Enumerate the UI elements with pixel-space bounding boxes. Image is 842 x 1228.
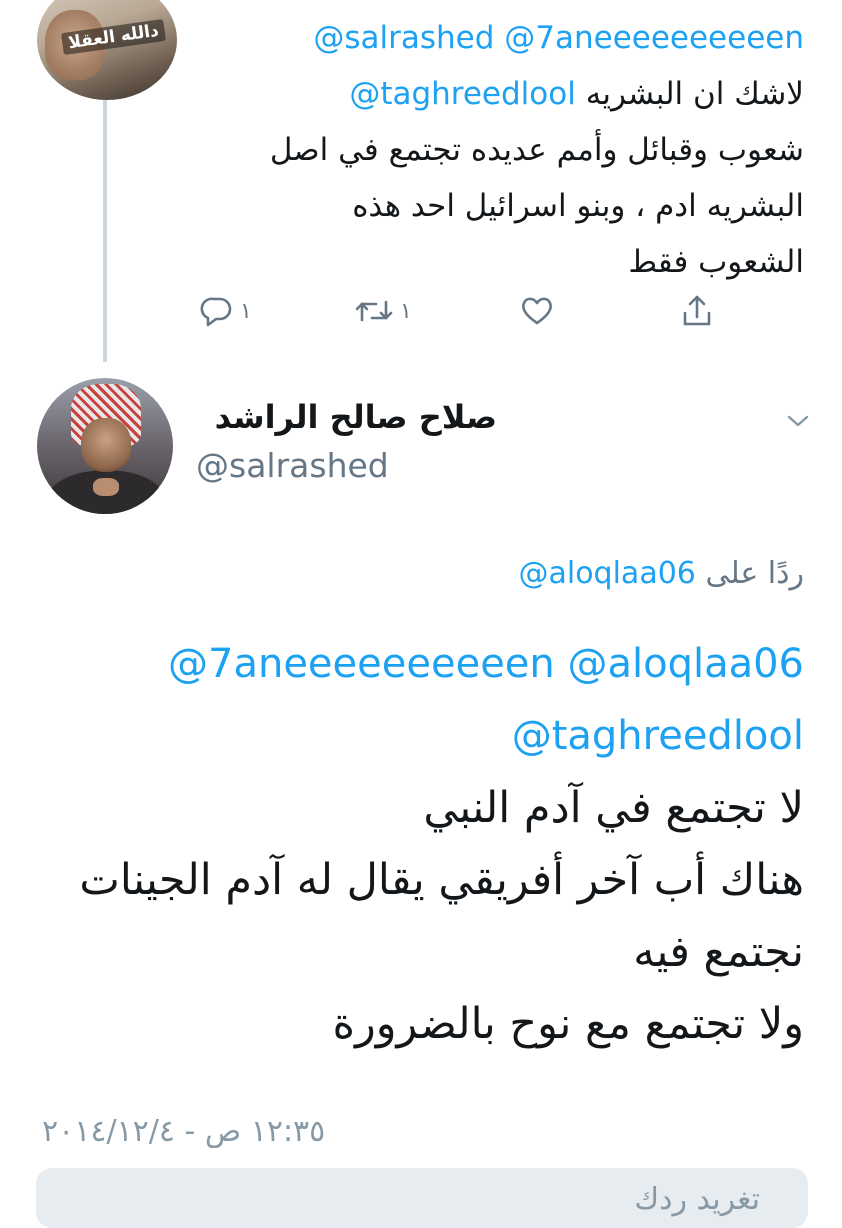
parent-line-3: شعوب وقبائل وأمم عديده تجتمع في اصل — [269, 132, 804, 168]
parent-tweet-text: @salrashed @7aneeeeeeeeeen لاشك ان البشر… — [214, 10, 804, 290]
share-icon — [680, 293, 714, 329]
like-button[interactable] — [520, 286, 554, 336]
reply-count: ١ — [240, 298, 252, 324]
thread-connector-line — [103, 100, 107, 362]
replying-to-handle[interactable]: @aloqlaa06 — [518, 556, 695, 591]
retweet-button[interactable]: ١ — [354, 286, 412, 336]
parent-line-4: البشريه ادم ، وبنو اسرائيل احد هذه — [352, 188, 804, 224]
author-display-name[interactable]: صلاح صالح الراشد — [215, 398, 497, 436]
tweet-options-button[interactable] — [786, 412, 810, 430]
replying-to-label: ردًا على — [705, 556, 804, 591]
heart-icon — [520, 295, 554, 327]
parent-mention-line-1[interactable]: @salrashed @7aneeeeeeeeeen — [313, 20, 804, 56]
main-tweet-text: @7aneeeeeeeeeen @aloqlaa06 @taghreedlool… — [24, 628, 804, 1060]
reply-input[interactable]: تغريد ردك — [36, 1168, 808, 1228]
author-avatar[interactable] — [37, 378, 173, 514]
main-text-line-1: لا تجتمع في آدم النبي — [423, 783, 804, 833]
reply-icon — [200, 295, 234, 327]
main-mention-line-1[interactable]: @7aneeeeeeeeeen @aloqlaa06 — [168, 641, 804, 687]
main-text-line-3: نجتمع فيه — [633, 927, 804, 977]
avatar-face — [81, 418, 131, 472]
parent-line-2: لاشك ان البشريه @taghreedlool — [214, 66, 804, 122]
main-text-line-2: هناك أب آخر أفريقي يقال له آدم الجينات — [79, 855, 804, 905]
tweet-timestamp: ١٢:٣٥ ص - ٢٠١٤/١٢/٤ — [42, 1114, 326, 1148]
chevron-down-icon — [786, 415, 810, 434]
share-button[interactable] — [680, 286, 714, 336]
replying-to-line: ردًا على @aloqlaa06 — [518, 556, 804, 591]
retweet-count: ١ — [400, 298, 412, 324]
main-text-line-4: ولا تجتمع مع نوح بالضرورة — [332, 999, 804, 1049]
retweet-icon — [354, 296, 394, 326]
parent-avatar[interactable]: دالله العقلا — [37, 0, 177, 100]
parent-line-2-arabic: لاشك ان البشريه — [585, 76, 804, 112]
reply-button[interactable]: ١ — [200, 286, 252, 336]
parent-mention-line-2[interactable]: @taghreedlool — [349, 76, 576, 112]
parent-line-5: الشعوب فقط — [628, 244, 804, 280]
author-handle[interactable]: @salrashed — [196, 446, 389, 485]
avatar-hands — [93, 478, 119, 496]
parent-tweet-actions: ١ ١ — [200, 286, 730, 336]
main-mention-line-2[interactable]: @taghreedlool — [512, 713, 804, 759]
